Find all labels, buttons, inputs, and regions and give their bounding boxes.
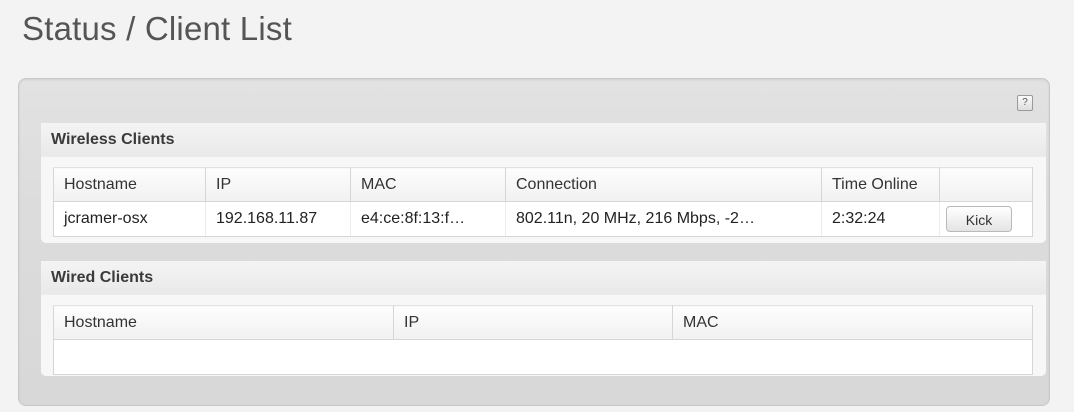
kick-button[interactable]: Kick xyxy=(946,206,1012,232)
column-header-connection[interactable]: Connection xyxy=(505,167,822,202)
column-header-mac[interactable]: MAC xyxy=(672,305,1033,340)
cell-time-online: 2:32:24 xyxy=(821,201,940,237)
wireless-clients-table: Hostname IP MAC Connection Time Online j… xyxy=(53,167,1033,237)
client-list-panel: ? Wireless Clients Hostname IP MAC Conne… xyxy=(18,78,1050,406)
table-header-row: Hostname IP MAC Connection Time Online xyxy=(53,167,1033,202)
cell-ip: 192.168.11.87 xyxy=(205,201,351,237)
wireless-clients-title: Wireless Clients xyxy=(41,123,1046,157)
wired-clients-title: Wired Clients xyxy=(41,261,1046,295)
help-icon[interactable]: ? xyxy=(1017,95,1033,111)
cell-action: Kick xyxy=(939,201,1033,237)
wired-clients-section: Wired Clients Hostname IP MAC xyxy=(41,261,1046,376)
cell-connection: 802.11n, 20 MHz, 216 Mbps, -2… xyxy=(505,201,822,237)
column-header-mac[interactable]: MAC xyxy=(350,167,506,202)
wired-clients-table: Hostname IP MAC xyxy=(53,305,1033,375)
column-header-hostname[interactable]: Hostname xyxy=(53,167,206,202)
cell-mac: e4:ce:8f:13:f… xyxy=(350,201,506,237)
column-header-ip[interactable]: IP xyxy=(205,167,351,202)
column-header-actions xyxy=(939,167,1033,202)
page-title: Status / Client List xyxy=(22,10,292,47)
table-row: jcramer-osx 192.168.11.87 e4:ce:8f:13:f…… xyxy=(53,201,1033,237)
column-header-hostname[interactable]: Hostname xyxy=(53,305,394,340)
table-header-row: Hostname IP MAC xyxy=(53,305,1033,340)
empty-cell xyxy=(53,339,394,375)
column-header-ip[interactable]: IP xyxy=(393,305,673,340)
wireless-clients-section: Wireless Clients Hostname IP MAC Connect… xyxy=(41,123,1046,243)
empty-table-row xyxy=(53,339,1033,375)
column-header-time-online[interactable]: Time Online xyxy=(821,167,940,202)
empty-cell xyxy=(393,339,673,375)
cell-hostname: jcramer-osx xyxy=(53,201,206,237)
empty-cell xyxy=(672,339,1033,375)
